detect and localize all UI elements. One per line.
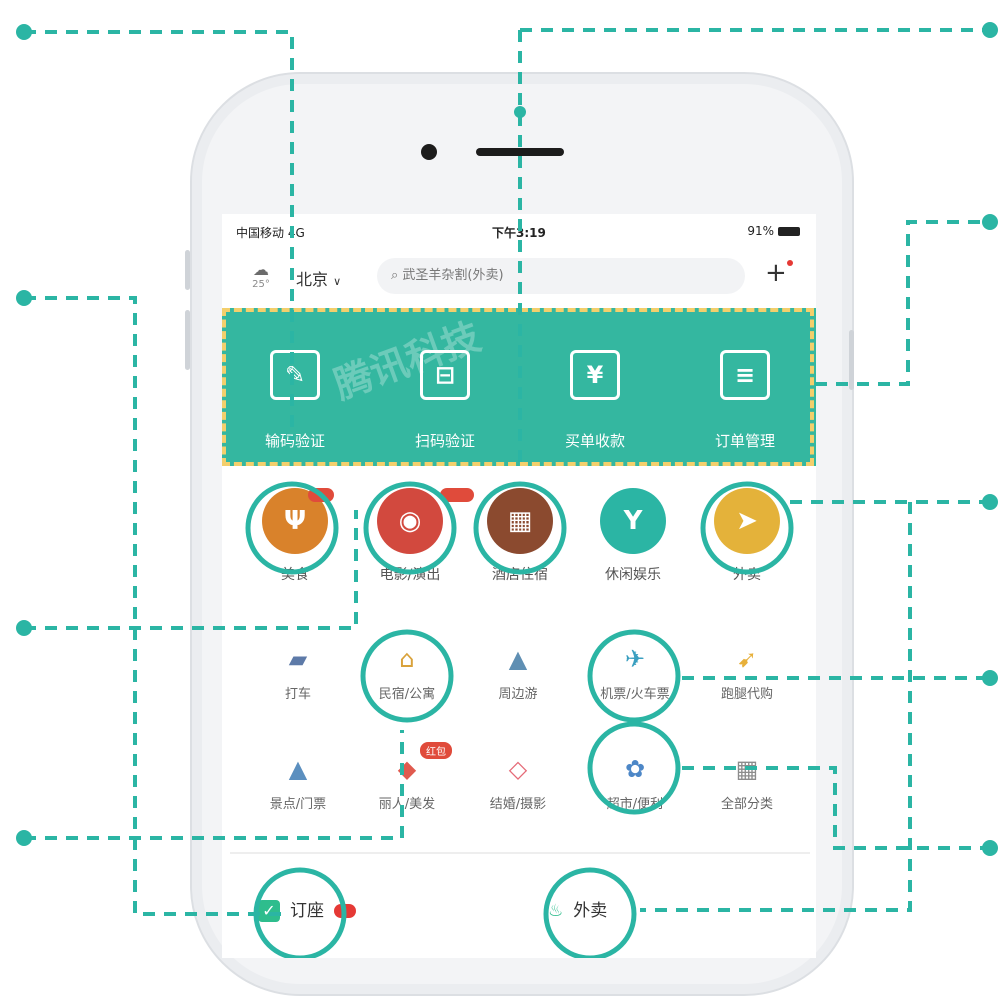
highlight-ring: [363, 481, 457, 575]
callout-dot: [982, 214, 998, 230]
highlight-ring: [245, 481, 339, 575]
callout-line: [640, 500, 990, 912]
callout-dot: [514, 106, 526, 118]
annotation-overlay: [16, 22, 998, 958]
callout-dot: [982, 670, 998, 686]
callout-dot: [982, 22, 998, 38]
highlight-ring: [700, 481, 794, 575]
highlight-ring: [360, 629, 454, 723]
highlight-ring: [587, 721, 681, 815]
highlight-ring: [587, 629, 681, 723]
callout-line: [518, 28, 990, 470]
callout-dot: [16, 620, 32, 636]
callout-line: [24, 296, 290, 916]
callout-line: [682, 766, 990, 850]
highlight-ring: [473, 481, 567, 575]
callout-dot: [16, 830, 32, 846]
highlight-ring: [543, 867, 637, 958]
callout-dot: [16, 24, 32, 40]
callout-dot: [982, 840, 998, 856]
callout-dot: [16, 290, 32, 306]
callout-line: [815, 220, 990, 386]
callout-dot: [982, 494, 998, 510]
callout-line: [24, 30, 294, 440]
callout-line: [24, 730, 404, 840]
